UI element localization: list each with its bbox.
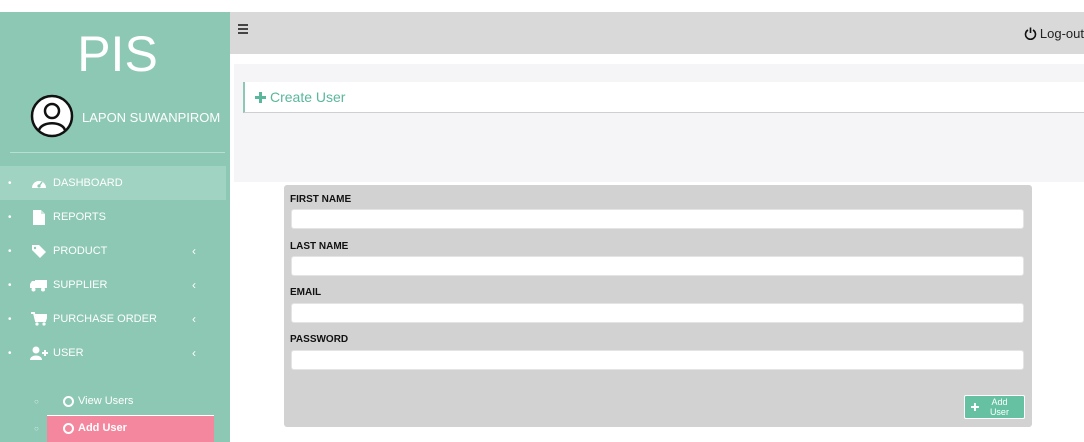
page-title: Create User: [255, 89, 345, 105]
sidebar-divider: [10, 152, 225, 153]
page-header: Create User: [243, 82, 1084, 113]
dashboard-icon: [30, 175, 48, 191]
sidebar-item-label: USER: [53, 347, 84, 359]
chevron-left-icon: ‹: [192, 346, 196, 360]
email-label: EMAIL: [290, 287, 322, 298]
last-name-field[interactable]: [291, 256, 1024, 276]
topbar: Log-out: [230, 12, 1084, 54]
circle-icon: [63, 396, 74, 407]
sidebar-item-user[interactable]: • USER ‹: [0, 336, 226, 370]
user-avatar-icon: [30, 94, 74, 138]
sidebar-item-reports[interactable]: • REPORTS: [0, 200, 226, 234]
password-label: PASSWORD: [290, 334, 349, 345]
avatar: [30, 94, 74, 138]
first-name-label: FIRST NAME: [290, 194, 352, 205]
password-field[interactable]: [291, 350, 1024, 370]
sub-bullet: ○: [34, 423, 39, 433]
sidebar-item-supplier[interactable]: • SUPPLIER ‹: [0, 268, 226, 302]
sidebar-item-dashboard[interactable]: • DASHBOARD: [0, 166, 226, 200]
sidebar: PIS LAPON SUWANPIROM • DASHBOARD • REPOR…: [0, 12, 230, 442]
plus-icon: [255, 91, 266, 103]
sidebar-item-product[interactable]: • PRODUCT ‹: [0, 234, 226, 268]
power-icon: [1024, 27, 1037, 40]
sidebar-item-label: DASHBOARD: [53, 177, 123, 189]
bullet: •: [8, 313, 12, 325]
sidebar-item-label: SUPPLIER: [53, 279, 108, 291]
email-field[interactable]: [291, 303, 1024, 323]
sub-bullet: ○: [34, 396, 39, 406]
add-user-button[interactable]: Add User: [964, 395, 1025, 419]
bullet: •: [8, 245, 12, 257]
user-add-icon: [30, 345, 48, 361]
hamburger-menu-icon[interactable]: [238, 23, 250, 35]
brand-logo[interactable]: PIS: [60, 26, 175, 82]
plus-icon: [971, 403, 979, 411]
page-title-text: Create User: [270, 89, 346, 105]
last-name-label: LAST NAME: [290, 241, 349, 252]
create-user-form: FIRST NAME LAST NAME EMAIL PASSWORD Add …: [284, 185, 1032, 427]
first-name-field[interactable]: [291, 209, 1024, 229]
sidebar-item-label: REPORTS: [53, 211, 106, 223]
bullet: •: [8, 347, 12, 359]
sidebar-item-label: PRODUCT: [53, 245, 108, 257]
cart-icon: [30, 311, 48, 327]
bullet: •: [8, 177, 12, 189]
chevron-left-icon: ‹: [192, 312, 196, 326]
chevron-left-icon: ‹: [192, 278, 196, 292]
tag-icon: [30, 243, 48, 259]
chevron-left-icon: ‹: [192, 244, 196, 258]
submenu-item-label: View Users: [78, 395, 134, 407]
add-user-button-label: Add User: [989, 397, 1009, 417]
sidebar-item-label: PURCHASE ORDER: [53, 313, 157, 325]
submenu-item-label: Add User: [78, 422, 127, 434]
logout-label: Log-out: [1039, 26, 1084, 41]
logout-button[interactable]: Log-out: [1024, 26, 1084, 41]
sidebar-item-purchase-order[interactable]: • PURCHASE ORDER ‹: [0, 302, 226, 336]
bullet: •: [8, 279, 12, 291]
submenu-item-add-user[interactable]: ○ Add User: [0, 415, 226, 442]
circle-icon: [63, 423, 74, 434]
file-icon: [30, 209, 48, 225]
truck-icon: [30, 277, 48, 293]
user-name: LAPON SUWANPIROM: [82, 110, 221, 125]
bullet: •: [8, 211, 12, 223]
submenu-item-view-users[interactable]: ○ View Users: [0, 388, 226, 414]
user-panel: LAPON SUWANPIROM: [24, 94, 230, 146]
